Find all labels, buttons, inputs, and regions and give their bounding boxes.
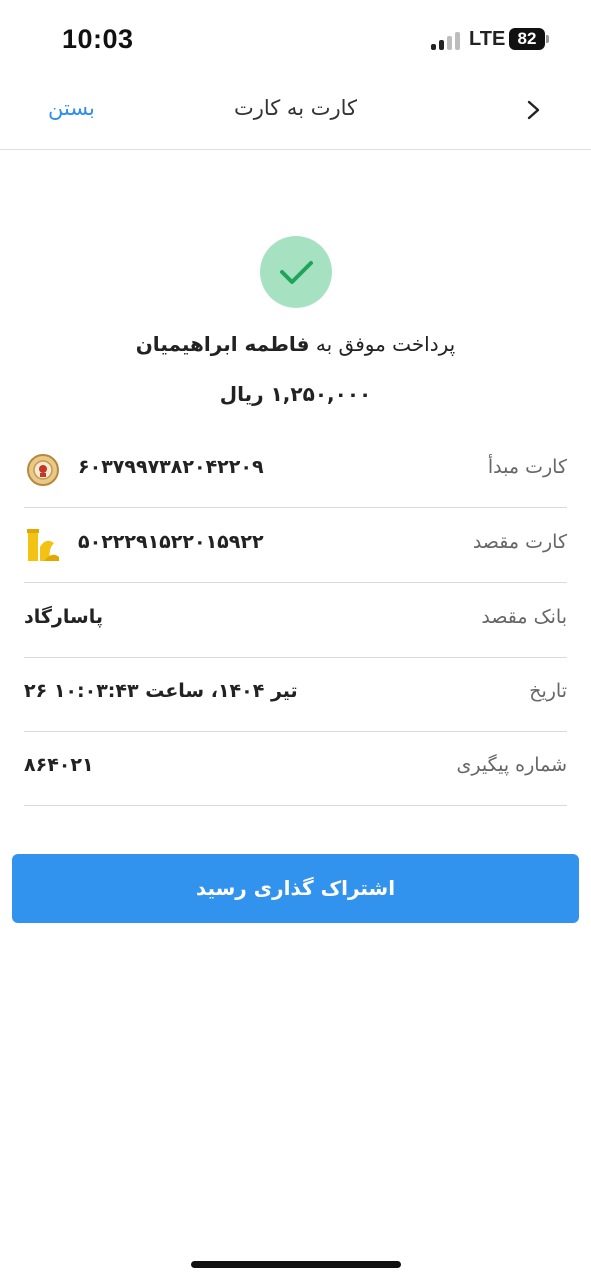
dest-bank-row: پاسارگاد بانک مقصد [24, 584, 567, 658]
date-row: ۲۶ تیر ۱۴۰۴، ساعت ۱۰:۰۳:۴۳ تاریخ [24, 658, 567, 732]
signal-icon [431, 30, 463, 50]
bank-pasargad-logo [26, 527, 60, 563]
close-button[interactable]: بستن [48, 96, 95, 120]
source-card-row: ۶۰۳۷۹۹۷۳۸۲۰۴۲۲۰۹ کارت مبدأ [24, 434, 567, 508]
dest-bank-label: بانک مقصد [481, 606, 567, 628]
chevron-right-icon[interactable] [520, 94, 548, 126]
recipient-name: فاطمه ابراهیمیان [135, 332, 310, 356]
success-badge [260, 236, 332, 308]
source-card-label: کارت مبدأ [487, 456, 567, 478]
dest-card-label: کارت مقصد [472, 531, 567, 553]
battery-tip [546, 35, 549, 43]
share-receipt-button[interactable]: اشتراک گذاری رسید [12, 854, 579, 923]
tracking-number: ۸۶۴۰۲۱ [24, 754, 94, 776]
status-bar: 10:03 LTE 82 [0, 0, 591, 78]
dest-card-number: ۵۰۲۲۲۹۱۵۲۲۰۱۵۹۲۲ [78, 531, 264, 553]
network-type: LTE [469, 28, 506, 50]
transaction-date: ۲۶ تیر ۱۴۰۴، ساعت ۱۰:۰۳:۴۳ [24, 680, 298, 702]
dest-card-row: ۵۰۲۲۲۹۱۵۲۲۰۱۵۹۲۲ کارت مقصد [24, 509, 567, 583]
battery-icon: 82 [509, 28, 545, 50]
success-prefix: پرداخت موفق به [315, 332, 456, 356]
bank-melli-logo [26, 452, 60, 488]
check-icon [280, 261, 313, 284]
tracking-row: ۸۶۴۰۲۱ شماره پیگیری [24, 732, 567, 806]
date-label: تاریخ [529, 680, 567, 702]
transfer-amount: ۱,۲۵۰,۰۰۰ ریال [219, 382, 372, 406]
dest-bank-name: پاسارگاد [24, 606, 103, 628]
source-card-number: ۶۰۳۷۹۹۷۳۸۲۰۴۲۲۰۹ [78, 456, 264, 478]
status-time: 10:03 [62, 24, 134, 54]
home-indicator [191, 1261, 401, 1268]
success-message: پرداخت موفق به فاطمه ابراهیمیان [0, 332, 591, 356]
tracking-label: شماره پیگیری [456, 754, 567, 776]
nav-bar: کارت به کارت بستن [0, 78, 591, 150]
